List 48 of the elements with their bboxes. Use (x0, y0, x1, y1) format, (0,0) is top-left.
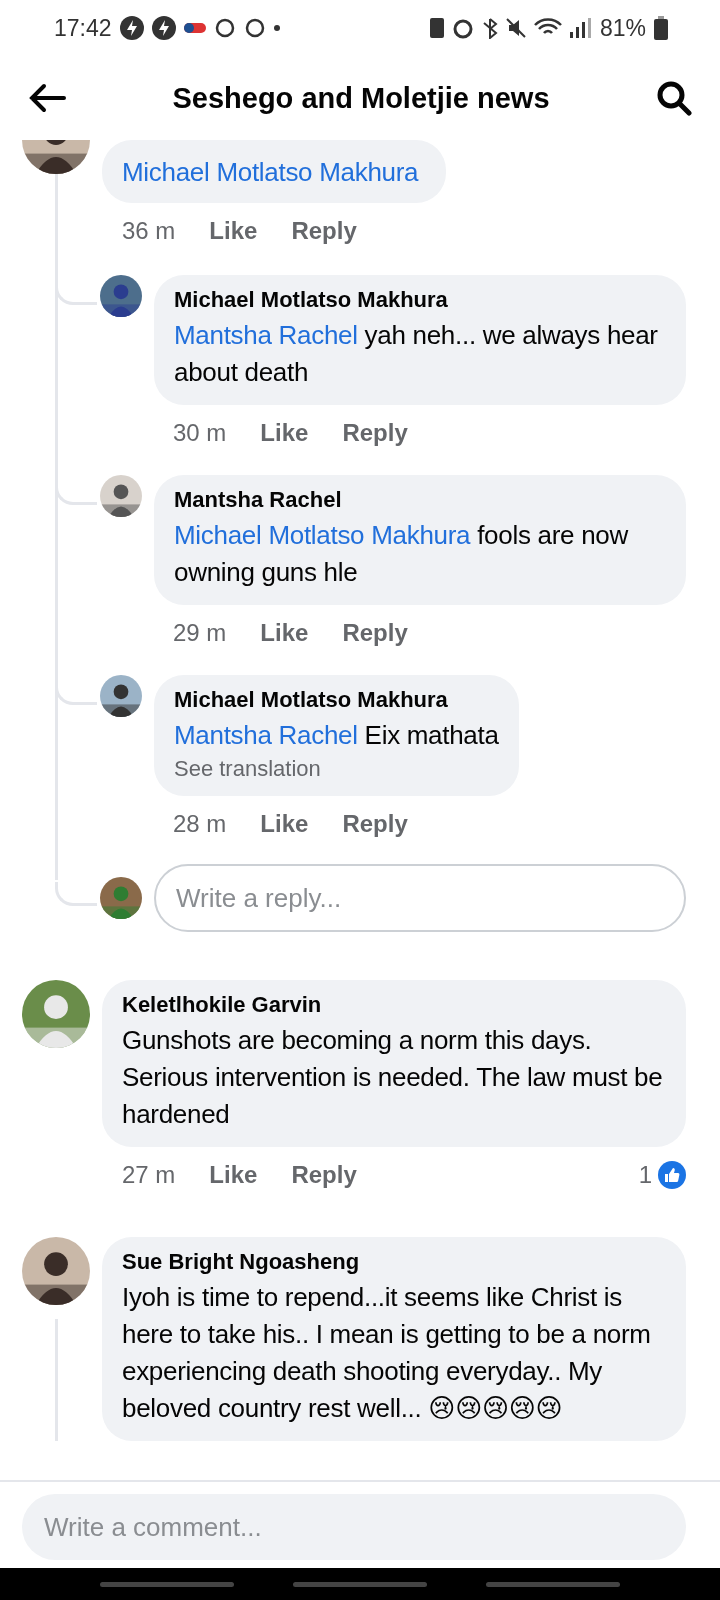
comment-time: 30 m (173, 419, 227, 447)
reply-field[interactable]: Write a reply... (154, 864, 686, 932)
reply-link[interactable]: Reply (291, 217, 357, 245)
see-translation-link[interactable]: See translation (174, 756, 499, 782)
like-link[interactable]: Like (209, 1161, 258, 1189)
like-link[interactable]: Like (209, 217, 258, 245)
comment-author[interactable]: Keletlhokile Garvin (122, 992, 666, 1018)
comment-author[interactable]: Michael Motlatso Makhura (174, 287, 666, 313)
mention-link[interactable]: Mantsha Rachel (174, 720, 358, 750)
thread-connector-line (55, 882, 97, 906)
comment-text: Gunshots are becoming a norm this days. Serious intervention is needed. The law must be hardened (122, 1024, 664, 1131)
page-title: Seshego and Moletjie news (172, 81, 550, 115)
comment-author[interactable]: Michael Motlatso Makhura (174, 687, 499, 713)
comment-text: Mantsha Rachel yah neh... we always hear about death (174, 319, 659, 389)
lightning-icon (151, 16, 176, 40)
comment-author[interactable]: Sue Bright Ngoasheng (122, 1249, 666, 1275)
comment-text: Iyoh is time to repend...it seems like Christ is here to take his.. I mean is getting to be a norm experiencing death shooting everyday.. My beloved country rest well... 😢😢😢😢😢 (122, 1281, 652, 1425)
like-link[interactable]: Like (260, 810, 309, 838)
battery-percent: 81% (599, 14, 646, 42)
thumbs-up-icon (658, 1161, 686, 1189)
comment-time: 27 m (122, 1161, 176, 1189)
status-time: 17:42 (54, 14, 112, 42)
lightning-icon (119, 16, 144, 40)
mention-link[interactable]: Michael Motlatso Makhura (174, 520, 471, 550)
like-link[interactable]: Like (260, 619, 309, 647)
comment-time: 36 m (122, 217, 176, 245)
app-notification-icon (183, 23, 206, 33)
reply-link[interactable]: Reply (342, 619, 408, 647)
comment-time: 28 m (173, 810, 227, 838)
comment-text: Michael Motlatso Makhura fools are now owning guns hle (174, 519, 630, 589)
back-arrow-icon[interactable] (28, 83, 66, 113)
reaction-count: 1 (638, 1161, 652, 1189)
comment-field[interactable]: Write a comment... (22, 1494, 686, 1560)
dot-icon (273, 25, 280, 31)
comment-text: Mantsha Rachel Eix mathata (174, 719, 499, 752)
bluetooth-icon (481, 17, 498, 39)
reply-link[interactable]: Reply (342, 810, 408, 838)
comment-author[interactable]: Mantsha Rachel (174, 487, 666, 513)
signal-icon (569, 18, 592, 38)
like-link[interactable]: Like (260, 419, 309, 447)
search-icon[interactable] (656, 80, 692, 116)
reply-link[interactable]: Reply (342, 419, 408, 447)
mention-link[interactable]: Michael Motlatso Makhura (122, 154, 419, 191)
battery-icon (654, 16, 668, 40)
mute-icon (505, 18, 526, 38)
mention-link[interactable]: Mantsha Rachel (174, 320, 358, 350)
comment-time: 29 m (173, 619, 227, 647)
reply-link[interactable]: Reply (291, 1161, 357, 1189)
